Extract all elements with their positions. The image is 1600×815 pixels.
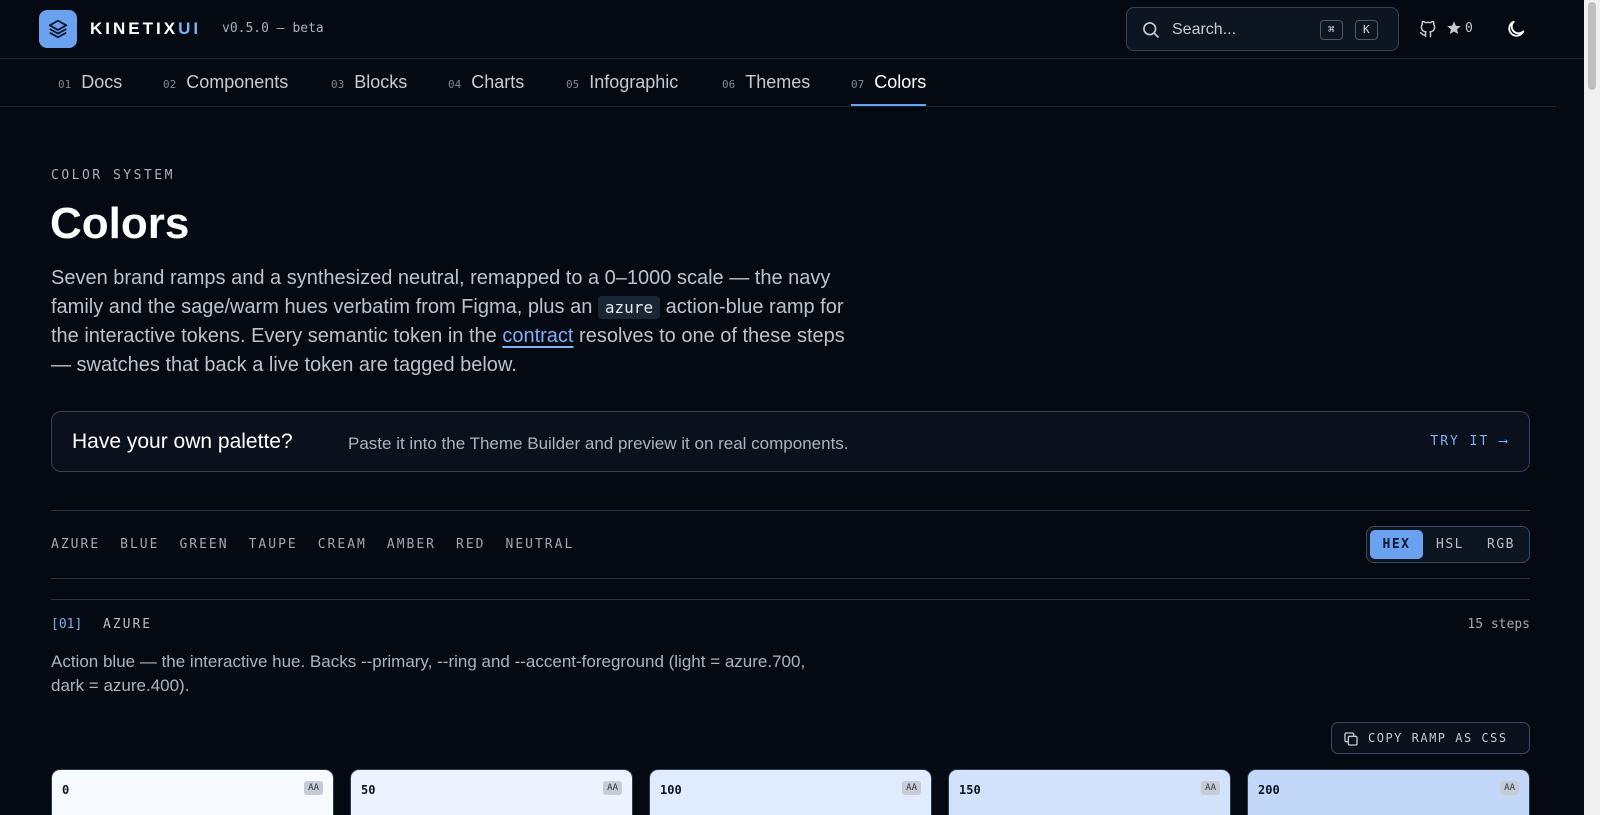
brand-wordmark[interactable]: KINETIXUI [90,19,201,39]
contrast-badge: AA [304,781,323,795]
swatch-step: 150 [959,783,981,797]
tab-num: 06 [722,78,736,91]
filter-blue[interactable]: BLUE [120,537,159,552]
filter-taupe[interactable]: TAUPE [249,537,298,552]
divider [51,510,1530,511]
filter-red[interactable]: RED [456,537,485,552]
swatch-card[interactable]: 100 AA [649,769,932,815]
format-hsl-button[interactable]: HSL [1425,530,1475,559]
moon-icon[interactable] [1505,18,1527,40]
brand-accent: UI [178,19,202,38]
contract-link[interactable]: contract [502,325,573,347]
star-icon[interactable] [1446,20,1462,36]
format-toggle: HEX HSL RGB [1366,526,1530,563]
theme-builder-callout[interactable]: Have your own palette? Paste it into the… [51,411,1530,472]
format-rgb-button[interactable]: RGB [1475,530,1527,559]
scrollbar-thumb[interactable] [1588,2,1596,90]
version-label: v0.5.0 — beta [222,21,324,36]
tab-blocks[interactable]: 03 Blocks [331,72,407,106]
filter-azure[interactable]: AZURE [51,537,100,552]
ramp-name: AZURE [103,617,153,632]
top-bar: KINETIXUI v0.5.0 — beta Search... ⌘ K 0 [0,0,1584,59]
filter-green[interactable]: GREEN [179,537,228,552]
tab-num: 07 [851,78,865,91]
tab-infographic[interactable]: 05 Infographic [566,72,678,106]
contrast-badge: AA [1201,781,1220,795]
tab-label: Colors [874,72,927,92]
layers-icon[interactable] [39,10,77,48]
tab-num: 02 [163,78,177,91]
tab-charts[interactable]: 04 Charts [448,72,524,106]
format-hex-button[interactable]: HEX [1370,530,1423,559]
ramp-filter-list: AZURE BLUE GREEN TAUPE CREAM AMBER RED N… [51,537,574,552]
filter-amber[interactable]: AMBER [387,537,436,552]
swatch-step: 50 [361,783,376,797]
contrast-badge: AA [603,781,622,795]
callout-heading: Have your own palette? [72,430,293,453]
search-button[interactable]: Search... ⌘ K [1126,7,1399,51]
page-scrollbar[interactable] [1584,0,1600,815]
copy-ramp-label: COPY RAMP AS CSS [1368,731,1508,745]
tab-num: 04 [448,78,462,91]
tab-label: Infographic [589,72,679,92]
copy-icon [1344,732,1358,746]
brand-main: KINETIX [90,19,179,38]
try-it-link[interactable]: TRY IT ⟶ [1430,434,1509,449]
main-nav: 01 Docs 02 Components 03 Blocks 04 Charts 05… [0,59,1556,107]
tab-label: Charts [471,72,525,92]
section-eyebrow: COLOR SYSTEM [51,168,175,183]
swatch-card[interactable]: 200 AA [1247,769,1530,815]
contrast-badge: AA [902,781,921,795]
tab-num: 03 [331,78,345,91]
swatch-card[interactable]: 150 AA [948,769,1231,815]
tab-num: 05 [566,78,580,91]
swatch-step: 0 [62,783,70,797]
swatch-card[interactable]: 0 AA [51,769,334,815]
swatch-step: 100 [660,783,682,797]
tab-label: Docs [81,72,123,92]
inline-code-azure: azure [597,296,661,319]
copy-ramp-button[interactable]: COPY RAMP AS CSS [1331,722,1530,754]
tab-themes[interactable]: 06 Themes [722,72,810,106]
swatch-step: 200 [1258,783,1280,797]
star-count: 0 [1465,21,1473,36]
ramp-number: [01] [51,617,83,632]
tab-num: 01 [58,78,72,91]
divider [51,578,1530,579]
tab-label: Themes [745,72,811,92]
swatch-card[interactable]: 50 AA [350,769,633,815]
contrast-badge: AA [1500,781,1519,795]
tab-docs[interactable]: 01 Docs [58,72,122,106]
tab-components[interactable]: 02 Components [163,72,288,106]
search-icon [1143,22,1160,39]
divider [51,599,1530,600]
github-icon[interactable] [1418,19,1438,39]
kbd-k: K [1355,20,1378,40]
page-title: Colors [50,199,190,248]
ramp-description: Action blue — the interactive hue. Backs… [51,652,806,695]
callout-description: Paste it into the Theme Builder and prev… [348,434,849,453]
tab-label: Blocks [354,72,408,92]
kbd-cmd: ⌘ [1320,20,1343,40]
search-placeholder: Search... [1172,21,1237,38]
page-lead: Seven brand ramps and a synthesized neut… [51,264,861,380]
ramp-step-count: 15 steps [1467,617,1530,632]
filter-cream[interactable]: CREAM [318,537,367,552]
filter-neutral[interactable]: NEUTRAL [506,537,575,552]
tab-colors[interactable]: 07 Colors [851,72,927,106]
tab-label: Components [186,72,289,92]
